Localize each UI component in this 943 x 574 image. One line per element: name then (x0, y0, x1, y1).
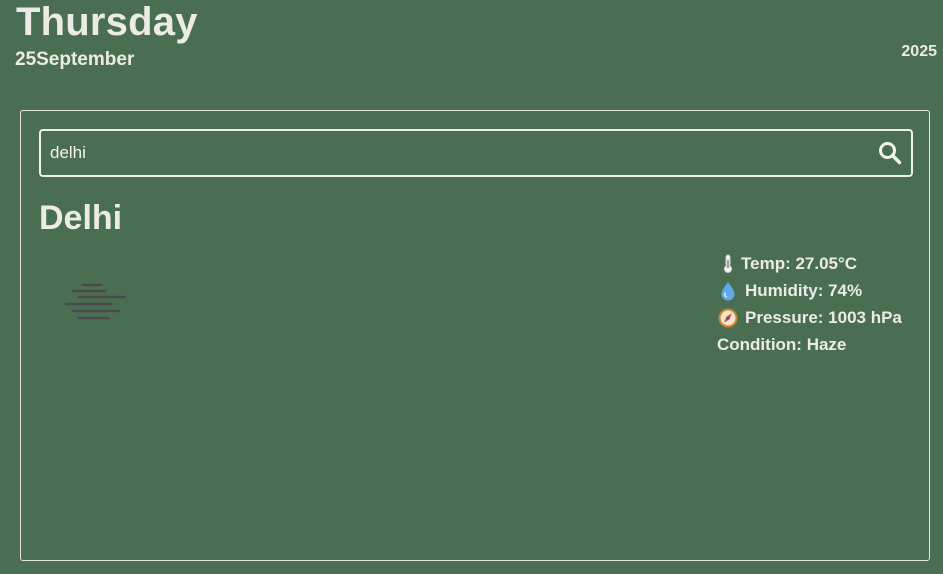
droplet-icon (717, 280, 739, 302)
pressure-value: Pressure: 1003 hPa (745, 307, 902, 327)
search-input[interactable] (41, 131, 869, 175)
thermometer-icon (717, 253, 739, 275)
search-button[interactable] (869, 131, 911, 175)
condition-row: Condition: Haze (717, 331, 902, 358)
weather-card: Delhi Temp: 27.05°C (20, 110, 930, 561)
condition-value: Condition: Haze (717, 334, 847, 354)
pressure-row: Pressure: 1003 hPa (717, 304, 902, 331)
date-label: 25September (15, 49, 135, 70)
year-label: 2025 (901, 43, 937, 60)
humidity-row: Humidity: 74% (717, 277, 902, 304)
temp-value: Temp: 27.05°C (741, 253, 858, 273)
haze-icon (64, 283, 127, 320)
search-bar (39, 129, 913, 177)
temp-row: Temp: 27.05°C (717, 250, 902, 277)
humidity-value: Humidity: 74% (745, 280, 863, 300)
compass-icon (717, 307, 739, 329)
day-heading: Thursday (16, 0, 198, 44)
weather-stats: Temp: 27.05°C Humidity: 74% Pressure: 10… (717, 250, 902, 358)
city-name: Delhi (39, 199, 123, 237)
search-icon (879, 142, 902, 165)
